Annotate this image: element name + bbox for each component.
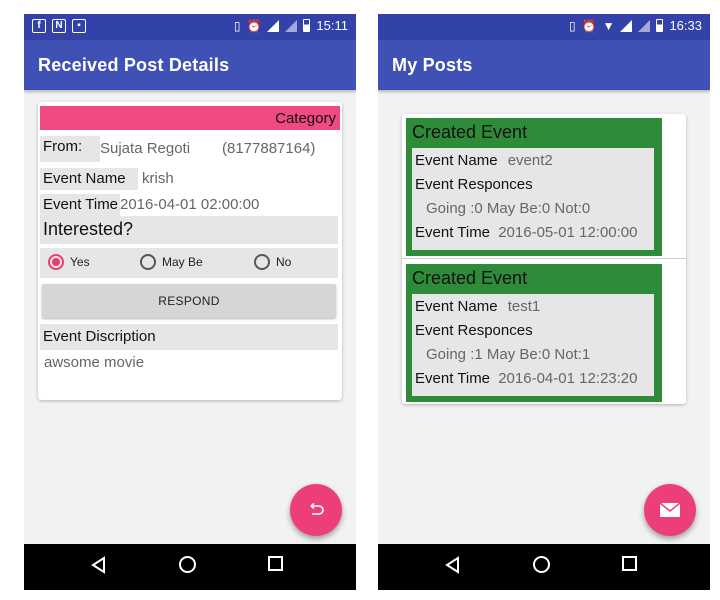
- status-time: 16:33: [669, 18, 702, 33]
- radio-unchecked-icon: [140, 254, 156, 270]
- image-icon: ▪: [72, 19, 86, 33]
- respond-button[interactable]: RESPOND: [42, 284, 336, 318]
- recents-square-icon: [268, 556, 283, 571]
- event-time-value: 2016-04-01 12:23:20: [498, 370, 638, 387]
- back-triangle-icon: [445, 556, 459, 574]
- back-button[interactable]: [90, 556, 106, 574]
- event-responses-label: Event Responces: [415, 322, 533, 339]
- event-time-label: Event Time: [415, 224, 491, 241]
- my-posts-screen: ▯ ⏰ ▼ 16:33 My Posts Created Event Event…: [378, 14, 710, 590]
- event-time-row: Event Time 2016-04-01 12:23:20: [415, 370, 638, 387]
- mail-icon: [659, 502, 681, 517]
- back-triangle-icon: [91, 556, 105, 574]
- notification-icon: N: [52, 19, 66, 33]
- from-name: Sujata Regoti: [100, 140, 191, 157]
- radio-maybe[interactable]: May Be: [140, 254, 203, 270]
- signal-icon: [285, 19, 298, 32]
- posts-list: Created Event Event Name event2 Event Re…: [402, 114, 686, 404]
- home-circle-icon: [179, 556, 196, 573]
- post-header: Created Event: [412, 268, 528, 288]
- event-time-row: Event Time 2016-05-01 12:00:00: [415, 224, 638, 241]
- undo-fab-button[interactable]: [290, 484, 342, 536]
- event-responses-label: Event Responces: [415, 176, 533, 193]
- post-detail-card: Category From: Sujata Regoti (8177887164…: [38, 102, 342, 400]
- response-counts: Going :0 May Be:0 Not:0: [426, 200, 591, 217]
- radio-yes[interactable]: Yes: [48, 254, 90, 270]
- page-title: My Posts: [392, 55, 473, 75]
- home-circle-icon: [533, 556, 550, 573]
- event-name-label: Event Name: [415, 298, 498, 315]
- status-bar: f N ▪ ▯ ⏰ 15:11: [24, 14, 356, 40]
- status-time: 15:11: [316, 18, 348, 33]
- recents-button[interactable]: [622, 556, 637, 571]
- event-name-row: Event Name event2: [415, 152, 553, 169]
- radio-maybe-label: May Be: [162, 255, 203, 269]
- description-value: awsome movie: [44, 354, 145, 371]
- mail-fab-button[interactable]: [644, 484, 696, 536]
- radio-no[interactable]: No: [254, 254, 291, 270]
- post-card[interactable]: Created Event Event Name event2 Event Re…: [406, 118, 662, 256]
- event-time-label: Event Time: [415, 370, 491, 387]
- vibrate-icon: ▯: [233, 18, 241, 33]
- list-divider: [402, 258, 686, 259]
- event-name-value: test1: [507, 298, 541, 315]
- radio-yes-label: Yes: [70, 255, 90, 269]
- undo-icon: [310, 503, 324, 515]
- recents-button[interactable]: [268, 556, 283, 571]
- event-name-value: event2: [507, 152, 553, 169]
- system-nav-bar: [24, 544, 356, 590]
- page-title: Received Post Details: [38, 55, 230, 75]
- alarm-icon: ⏰: [246, 18, 262, 33]
- recents-square-icon: [622, 556, 637, 571]
- event-name-value: krish: [142, 170, 174, 187]
- system-nav-bar: [378, 544, 710, 590]
- alarm-icon: ⏰: [581, 18, 597, 33]
- event-time-value: 2016-04-01 02:00:00: [120, 196, 260, 213]
- post-body: Event Name event2 Event Responces Going …: [412, 148, 654, 250]
- home-button[interactable]: [179, 556, 196, 573]
- signal-icon: [267, 19, 280, 32]
- post-body: Event Name test1 Event Responces Going :…: [412, 294, 654, 396]
- description-label: Event Discription: [40, 324, 338, 350]
- app-bar: Received Post Details: [24, 40, 356, 90]
- interest-radio-group: Yes May Be No: [40, 248, 338, 278]
- response-counts: Going :1 May Be:0 Not:1: [426, 346, 591, 363]
- interested-label: Interested?: [40, 216, 338, 244]
- event-time-value: 2016-05-01 12:00:00: [498, 224, 638, 241]
- radio-unchecked-icon: [254, 254, 270, 270]
- signal-icon: [620, 19, 633, 32]
- battery-icon: [656, 19, 664, 32]
- category-bar: Category: [40, 106, 340, 130]
- received-post-details-screen: f N ▪ ▯ ⏰ 15:11 Received Post Details Ca…: [24, 14, 356, 590]
- radio-checked-icon: [48, 254, 64, 270]
- radio-no-label: No: [276, 255, 292, 269]
- from-label: From:: [40, 136, 100, 162]
- vibrate-icon: ▯: [569, 18, 576, 33]
- battery-icon: [303, 19, 311, 32]
- status-bar: ▯ ⏰ ▼ 16:33: [378, 14, 710, 40]
- event-name-label: Event Name: [40, 168, 138, 190]
- category-label: Category: [275, 110, 336, 127]
- app-bar: My Posts: [378, 40, 710, 90]
- back-button[interactable]: [444, 556, 460, 574]
- home-button[interactable]: [533, 556, 550, 573]
- signal-icon: [638, 19, 651, 32]
- event-time-label: Event Time: [40, 194, 120, 216]
- event-name-row: Event Name test1: [415, 298, 540, 315]
- wifi-icon: ▼: [602, 18, 615, 33]
- event-name-label: Event Name: [415, 152, 498, 169]
- post-header: Created Event: [412, 122, 528, 142]
- post-card[interactable]: Created Event Event Name test1 Event Res…: [406, 264, 662, 402]
- facebook-icon: f: [32, 19, 46, 33]
- from-phone: (8177887164): [222, 140, 316, 157]
